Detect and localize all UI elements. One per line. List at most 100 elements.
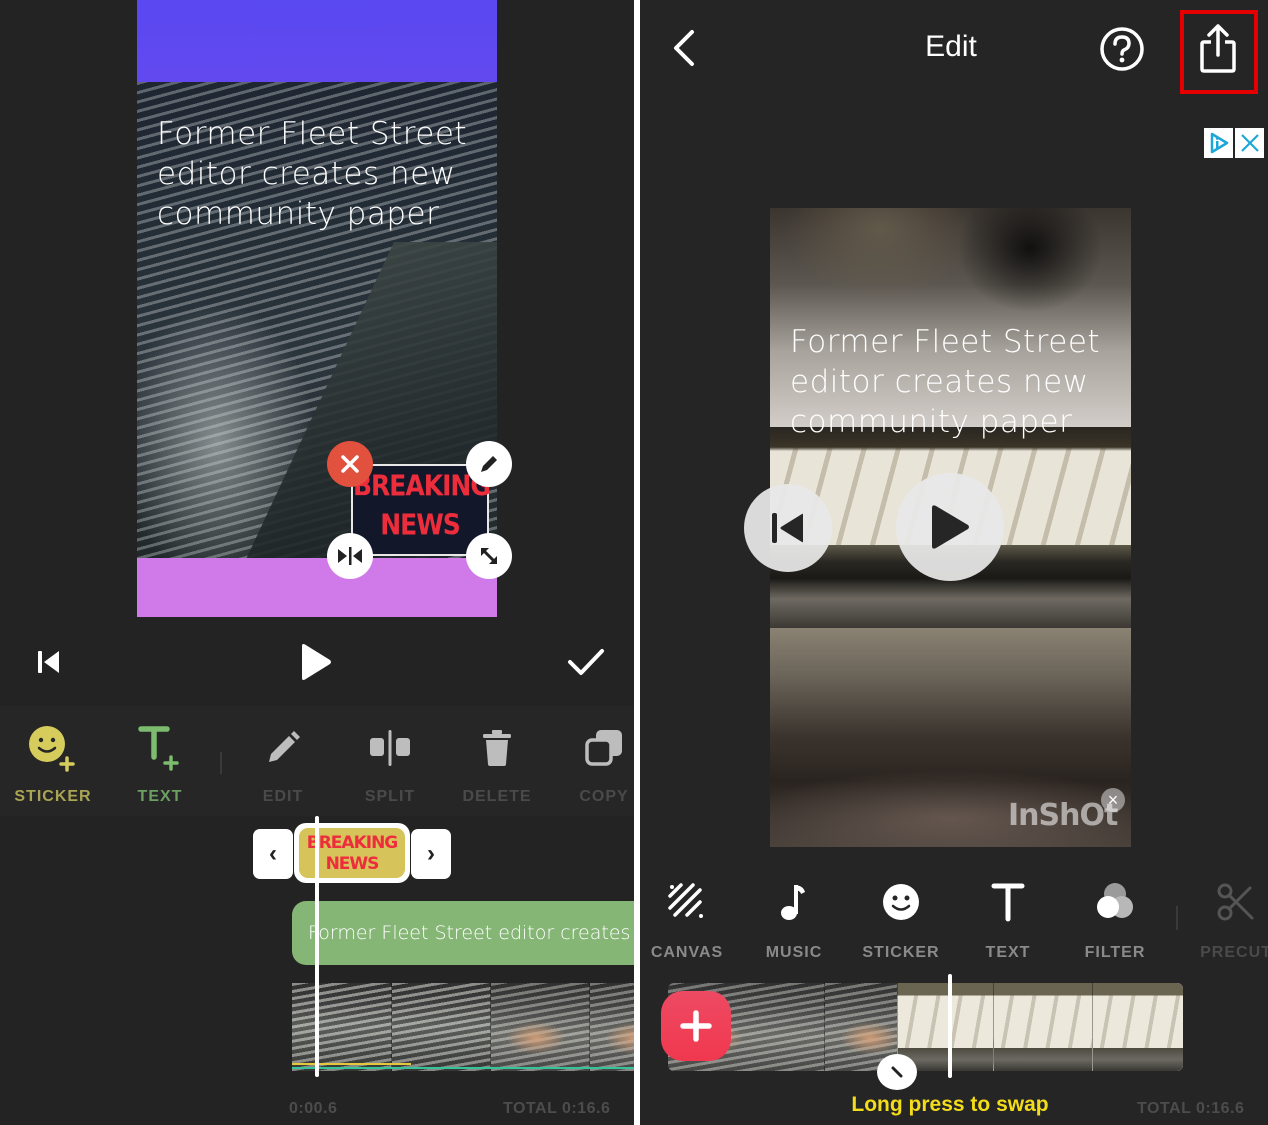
sticker-track-indicator bbox=[292, 1063, 411, 1065]
share-highlight-box bbox=[1180, 10, 1258, 94]
tool-music[interactable]: MUSIC bbox=[741, 880, 847, 962]
flip-sticker-button[interactable] bbox=[327, 533, 373, 579]
edit-sticker-button[interactable] bbox=[466, 441, 512, 487]
tool-label: DELETE bbox=[462, 788, 532, 805]
tool-label: COPY bbox=[579, 788, 629, 805]
tool-sticker[interactable]: STICKER bbox=[0, 722, 106, 806]
canvas-icon bbox=[668, 883, 703, 918]
total-time: TOTAL 0:16.6 bbox=[1137, 1100, 1245, 1117]
skip-back-icon bbox=[772, 513, 803, 543]
tool-text[interactable]: TEXT bbox=[955, 880, 1061, 962]
help-circle-icon bbox=[1100, 27, 1144, 71]
tool-label: STICKER bbox=[14, 788, 92, 805]
current-time: 0:00.6 bbox=[289, 1100, 338, 1117]
play-button[interactable] bbox=[896, 473, 1004, 581]
ad-close-button[interactable] bbox=[1235, 128, 1264, 158]
close-icon bbox=[1240, 134, 1259, 152]
preview-overlay-text[interactable]: Former Fleet Street editor creates new c… bbox=[157, 114, 477, 234]
tool-label: TEXT bbox=[985, 944, 1031, 961]
filmstrip-frame bbox=[589, 983, 634, 1071]
video-filmstrip[interactable] bbox=[668, 983, 1183, 1071]
filmstrip-frame bbox=[897, 983, 993, 1071]
confirm-button[interactable] bbox=[564, 642, 608, 682]
top-bar: Edit bbox=[640, 0, 1268, 100]
play-icon bbox=[932, 505, 969, 549]
play-icon bbox=[302, 644, 331, 680]
page-title: Edit bbox=[925, 30, 977, 63]
tool-label: MUSIC bbox=[765, 944, 823, 961]
smiley-icon bbox=[883, 884, 919, 920]
resize-arrows-icon bbox=[480, 547, 498, 565]
plus-icon bbox=[680, 1010, 712, 1042]
main-toolbar: CANVAS MUSIC STICKER TEXT FILTER PRECUT bbox=[640, 874, 1268, 964]
play-button[interactable] bbox=[294, 640, 338, 684]
sticker-add-icon bbox=[29, 726, 75, 772]
pencil-icon bbox=[269, 731, 300, 762]
sticker-clip-prev-handle[interactable]: ‹ bbox=[253, 829, 293, 879]
adchoices-button[interactable] bbox=[1204, 128, 1233, 158]
tool-edit[interactable]: EDIT bbox=[230, 722, 336, 806]
filmstrip-frame bbox=[292, 983, 391, 1071]
tool-label: TEXT bbox=[137, 788, 183, 805]
sticker-breaking-news: BREAKING NEWS bbox=[353, 469, 491, 542]
sticker-selection-box[interactable]: BREAKING NEWS bbox=[351, 464, 491, 556]
transition-icon bbox=[891, 1066, 903, 1078]
tool-label: EDIT bbox=[262, 788, 304, 805]
delete-sticker-button[interactable] bbox=[327, 441, 373, 487]
text-add-icon bbox=[138, 726, 179, 771]
tool-label: CANVAS bbox=[650, 944, 724, 961]
filmstrip-frame bbox=[391, 983, 490, 1071]
swap-hint: Long press to swap bbox=[851, 1093, 1049, 1116]
split-icon bbox=[370, 730, 410, 766]
trash-icon bbox=[483, 730, 511, 766]
tool-copy[interactable]: COPY bbox=[551, 722, 634, 806]
edit-screen: Edit Former Fleet Street editor creates … bbox=[640, 0, 1268, 1125]
text-clip[interactable]: Former Fleet Street editor creates new c… bbox=[292, 901, 634, 965]
filmstrip-frame bbox=[993, 983, 1092, 1071]
sticker-clip-next-handle[interactable]: › bbox=[411, 829, 451, 879]
skip-back-button[interactable] bbox=[744, 484, 832, 572]
tool-label: PRECUT bbox=[1200, 944, 1268, 961]
toolbar-divider bbox=[220, 752, 222, 774]
toolbar-divider bbox=[1176, 906, 1178, 930]
sticker-toolbar: STICKER TEXT EDIT SPLIT DELETE COPY bbox=[0, 706, 634, 816]
checkmark-icon bbox=[568, 649, 604, 675]
tool-label: STICKER bbox=[862, 944, 940, 961]
skip-back-icon bbox=[38, 651, 59, 673]
close-icon bbox=[341, 455, 359, 473]
tool-text[interactable]: TEXT bbox=[107, 722, 213, 806]
filter-icon bbox=[1097, 883, 1133, 918]
tool-sticker[interactable]: STICKER bbox=[848, 880, 954, 962]
tool-label: SPLIT bbox=[364, 788, 416, 805]
canvas-top-band bbox=[137, 0, 497, 82]
filmstrip-frame bbox=[490, 983, 589, 1071]
music-note-icon bbox=[781, 885, 805, 920]
text-icon bbox=[991, 883, 1025, 922]
pencil-icon bbox=[481, 456, 497, 472]
playhead[interactable] bbox=[315, 816, 319, 1077]
tool-delete[interactable]: DELETE bbox=[444, 722, 550, 806]
flip-icon bbox=[338, 547, 362, 565]
remove-watermark-button[interactable]: × bbox=[1101, 788, 1125, 812]
tool-filter[interactable]: FILTER bbox=[1062, 880, 1168, 962]
tool-split[interactable]: SPLIT bbox=[337, 722, 443, 806]
skip-back-button[interactable] bbox=[30, 644, 66, 680]
video-filmstrip[interactable] bbox=[292, 983, 634, 1071]
filmstrip-frame bbox=[1092, 983, 1183, 1071]
preview-overlay-text: Former Fleet Street editor creates new c… bbox=[790, 324, 1101, 440]
sticker-edit-screen: Former Fleet Street editor creates new c… bbox=[0, 0, 634, 1125]
playback-controls bbox=[0, 620, 634, 706]
tool-canvas[interactable]: CANVAS bbox=[640, 880, 740, 962]
help-button[interactable] bbox=[1098, 25, 1146, 73]
scissors-icon bbox=[1217, 883, 1254, 921]
resize-sticker-handle[interactable] bbox=[466, 533, 512, 579]
tool-label: FILTER bbox=[1084, 944, 1146, 961]
transition-button[interactable] bbox=[877, 1054, 917, 1090]
add-clip-button[interactable] bbox=[661, 991, 731, 1061]
copy-icon bbox=[585, 730, 622, 766]
text-track-indicator bbox=[292, 1067, 634, 1069]
sticker-clip[interactable]: BREAKING NEWS bbox=[294, 823, 410, 883]
canvas-bottom-band bbox=[137, 558, 497, 617]
playhead[interactable] bbox=[948, 974, 952, 1078]
tool-precut[interactable]: PRECUT bbox=[1183, 880, 1268, 962]
